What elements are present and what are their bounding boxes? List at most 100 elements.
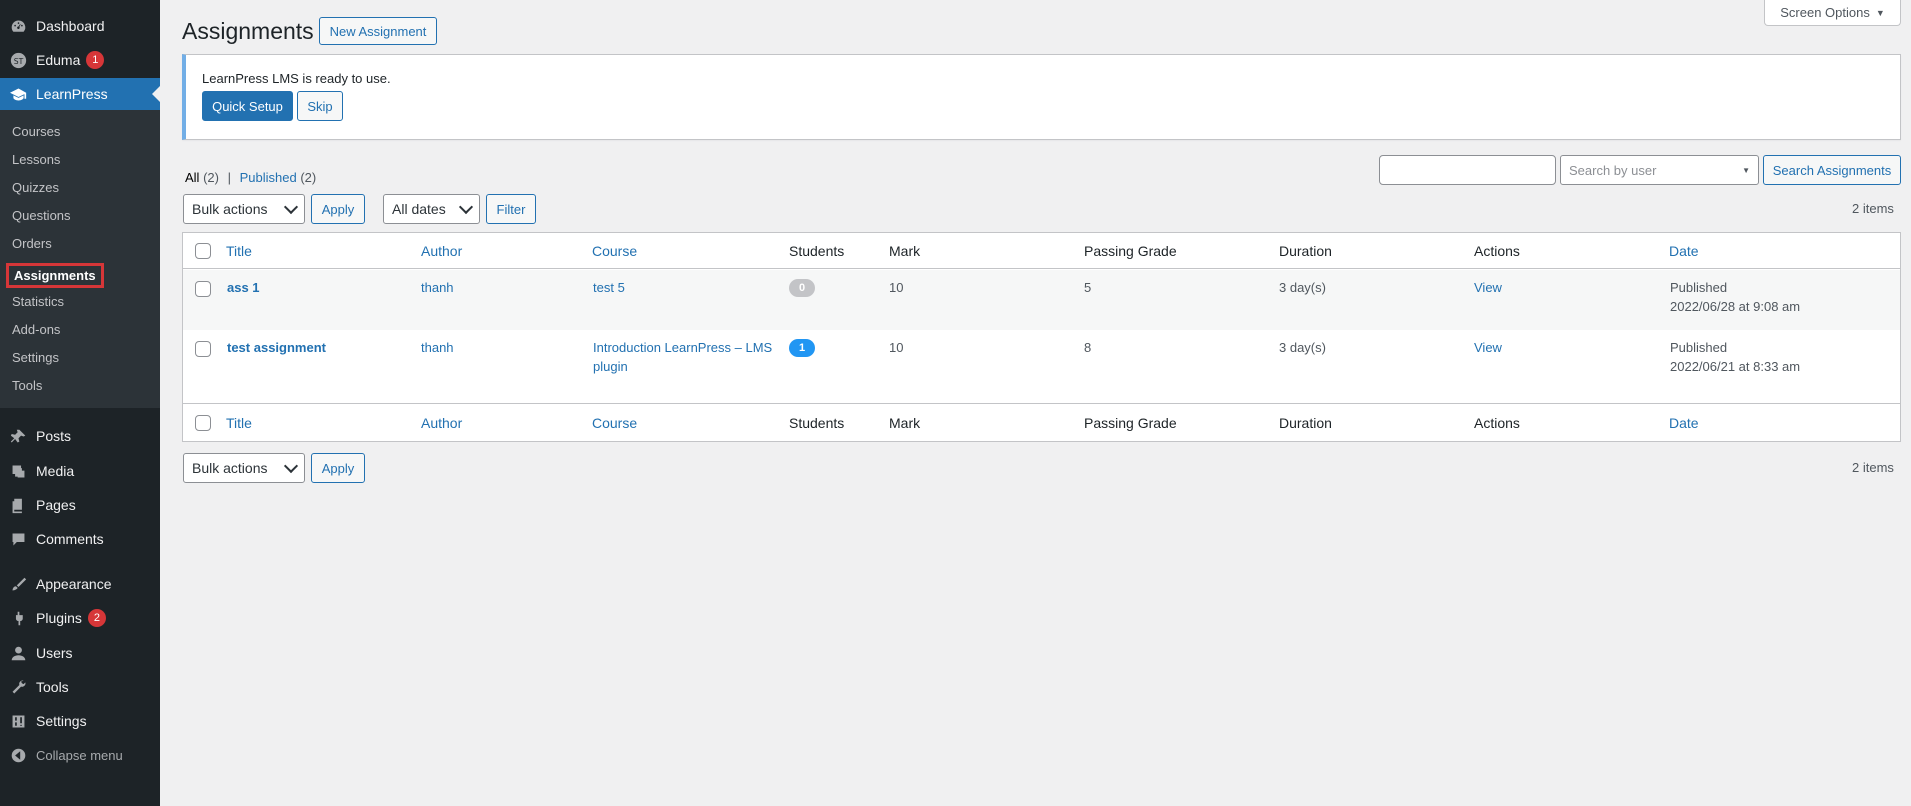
menu-item-learnpress[interactable]: LearnPress [0, 78, 160, 110]
main-content: Assignments New Assignment Screen Option… [160, 0, 1911, 806]
author-link[interactable]: thanh [421, 280, 454, 295]
search-by-user-placeholder: Search by user [1569, 162, 1657, 178]
menu-item-posts[interactable]: Posts [0, 420, 160, 452]
menu-item-plugins[interactable]: Plugins 2 [0, 602, 160, 634]
menu-item-users[interactable]: Users [0, 637, 160, 669]
items-count: 2 items [1852, 201, 1894, 216]
assignments-table: Title Author Course Students Mark Passin… [182, 232, 1901, 442]
collapse-menu-button[interactable]: Collapse menu [0, 739, 160, 771]
bulk-actions-select[interactable]: Bulk actions [183, 194, 305, 224]
items-count-bottom: 2 items [1852, 460, 1894, 475]
assignment-title-link[interactable]: ass 1 [227, 280, 260, 295]
filter-published-link[interactable]: Published (2) [240, 170, 317, 185]
collapse-icon [0, 747, 36, 764]
menu-label: Plugins [36, 610, 82, 626]
brush-icon [0, 576, 36, 593]
author-link[interactable]: thanh [421, 340, 454, 355]
comment-icon [0, 531, 36, 548]
column-course[interactable]: Course [592, 243, 637, 259]
plugin-icon [0, 610, 36, 627]
select-all-checkbox[interactable] [195, 243, 211, 259]
search-input[interactable] [1379, 155, 1556, 185]
course-link[interactable]: test 5 [593, 280, 625, 295]
column-title[interactable]: Title [226, 415, 252, 431]
status-text: Published [1670, 340, 1728, 355]
row-checkbox[interactable] [195, 341, 211, 357]
column-date[interactable]: Date [1669, 415, 1699, 431]
view-link[interactable]: View [1474, 340, 1502, 355]
bulk-actions-label: Bulk actions [192, 201, 268, 217]
column-duration: Duration [1279, 243, 1332, 259]
submenu-courses[interactable]: Courses [12, 124, 60, 139]
svg-text:ST: ST [13, 56, 23, 65]
course-link-line2[interactable]: plugin [593, 359, 628, 374]
admin-sidebar: Dashboard ST Eduma 1 LearnPress Courses … [0, 0, 160, 806]
menu-item-pages[interactable]: Pages [0, 489, 160, 521]
screen-options-button[interactable]: Screen Options ▼ [1764, 0, 1901, 26]
new-assignment-button[interactable]: New Assignment [319, 17, 437, 45]
filter-all-link[interactable]: All (2) [185, 170, 219, 185]
passing-grade-value: 5 [1084, 280, 1092, 295]
submenu-settings[interactable]: Settings [12, 350, 59, 365]
submenu-orders[interactable]: Orders [12, 236, 52, 251]
apply-button[interactable]: Apply [311, 194, 365, 224]
apply-button-bottom[interactable]: Apply [311, 453, 365, 483]
menu-item-tools[interactable]: Tools [0, 671, 160, 703]
menu-item-comments[interactable]: Comments [0, 523, 160, 555]
search-by-user-select[interactable]: Search by user ▼ [1560, 155, 1759, 185]
course-link[interactable]: Introduction LearnPress – LMS [593, 340, 772, 355]
menu-label: Tools [36, 679, 69, 695]
dates-select[interactable]: All dates [383, 194, 480, 224]
table-row: ass 1 thanh test 5 0 10 5 3 day(s) View … [183, 270, 1900, 330]
bulk-actions-label: Bulk actions [192, 460, 268, 476]
menu-label: Comments [36, 531, 104, 547]
column-mark: Mark [889, 243, 921, 259]
column-author[interactable]: Author [421, 243, 462, 259]
mark-value: 10 [889, 280, 904, 295]
column-date[interactable]: Date [1669, 243, 1699, 259]
skip-button[interactable]: Skip [297, 91, 343, 121]
quick-setup-button[interactable]: Quick Setup [202, 91, 293, 121]
menu-label: Settings [36, 713, 87, 729]
menu-item-dashboard[interactable]: Dashboard [0, 10, 160, 42]
submenu-lessons[interactable]: Lessons [12, 152, 60, 167]
submenu-quizzes[interactable]: Quizzes [12, 180, 59, 195]
column-mark: Mark [889, 415, 921, 431]
select-all-checkbox[interactable] [195, 415, 211, 431]
search-assignments-button[interactable]: Search Assignments [1763, 155, 1901, 185]
filter-button[interactable]: Filter [486, 194, 536, 224]
menu-item-settings[interactable]: Settings [0, 705, 160, 737]
view-link[interactable]: View [1474, 280, 1502, 295]
row-checkbox[interactable] [195, 281, 211, 297]
column-duration: Duration [1279, 415, 1332, 431]
submenu-tools[interactable]: Tools [12, 378, 42, 393]
column-course[interactable]: Course [592, 415, 637, 431]
submenu-add-ons[interactable]: Add-ons [12, 322, 60, 337]
assignment-title-link[interactable]: test assignment [227, 340, 326, 355]
update-badge: 2 [87, 609, 106, 627]
menu-label: Media [36, 463, 75, 479]
menu-item-appearance[interactable]: Appearance [0, 568, 160, 600]
menu-item-media[interactable]: Media [0, 455, 160, 487]
settings-icon [0, 713, 36, 730]
caret-down-icon: ▼ [1742, 165, 1750, 175]
column-students: Students [789, 243, 845, 259]
passing-grade-value: 8 [1084, 340, 1092, 355]
menu-item-eduma[interactable]: ST Eduma 1 [0, 44, 160, 76]
column-title[interactable]: Title [226, 243, 252, 259]
chevron-down-icon [458, 199, 474, 214]
menu-label: Pages [36, 497, 76, 513]
caret-down-icon: ▼ [1875, 7, 1885, 18]
submenu-assignments[interactable]: Assignments [6, 263, 104, 288]
students-count-badge: 0 [789, 279, 815, 297]
user-icon [0, 645, 36, 662]
submenu-statistics[interactable]: Statistics [12, 294, 64, 309]
menu-label: Appearance [36, 576, 112, 592]
submenu-questions[interactable]: Questions [12, 208, 71, 223]
bulk-actions-select-bottom[interactable]: Bulk actions [183, 453, 305, 483]
page-title: Assignments [182, 18, 314, 44]
column-author[interactable]: Author [421, 415, 462, 431]
filter-published-label: Published [239, 170, 297, 185]
column-actions: Actions [1474, 243, 1520, 259]
setup-notice: LearnPress LMS is ready to use. Quick Se… [182, 54, 1901, 140]
